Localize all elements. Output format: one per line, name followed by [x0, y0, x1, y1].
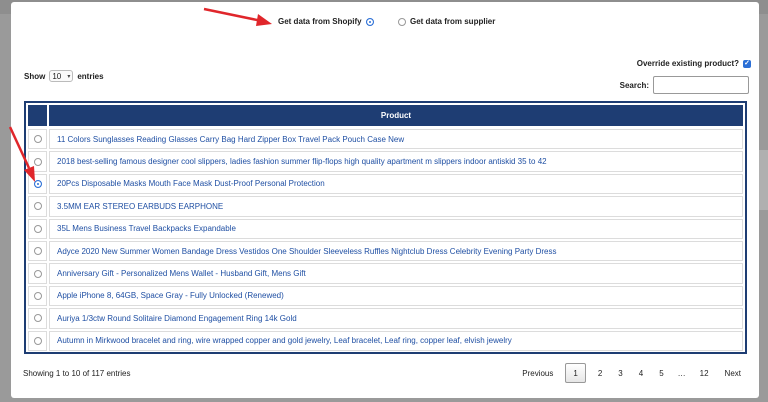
pagination-page[interactable]: 3 — [610, 363, 630, 383]
product-name-link[interactable]: 3.5MM EAR STEREO EARBUDS EARPHONE — [49, 196, 743, 217]
table-row[interactable]: 3.5MM EAR STEREO EARBUDS EARPHONE — [26, 195, 745, 217]
show-label: Show — [24, 71, 46, 81]
product-name-link[interactable]: 35L Mens Business Travel Backpacks Expan… — [49, 218, 743, 239]
row-select-cell — [28, 240, 47, 262]
data-source-selector: Get data from Shopify Get data from supp… — [11, 17, 759, 31]
radio-unchecked-icon[interactable] — [33, 202, 42, 211]
source-option-label: Get data from Shopify — [278, 17, 362, 26]
table-row[interactable]: Auriya 1/3ctw Round Solitaire Diamond En… — [26, 307, 745, 329]
radio-unchecked-icon[interactable] — [33, 336, 42, 345]
pagination-page[interactable]: 4 — [631, 363, 651, 383]
checkbox-checked-icon[interactable]: ✓ — [743, 59, 751, 68]
product-name-link[interactable]: 2018 best-selling famous designer cool s… — [49, 151, 743, 172]
table-row[interactable]: 35L Mens Business Travel Backpacks Expan… — [26, 218, 745, 240]
entries-select[interactable]: 10 ▾ — [49, 70, 74, 82]
table-row[interactable]: 20Pcs Disposable Masks Mouth Face Mask D… — [26, 173, 745, 195]
pagination-page[interactable]: 1 — [565, 363, 586, 383]
radio-unchecked-icon[interactable] — [33, 135, 42, 144]
row-select-cell — [28, 218, 47, 239]
table-row[interactable]: 11 Colors Sunglasses Reading Glasses Car… — [26, 128, 745, 150]
pagination-page[interactable]: 5 — [651, 363, 671, 383]
table-row[interactable]: Anniversary Gift - Personalized Mens Wal… — [26, 262, 745, 284]
radio-checked-icon[interactable] — [365, 17, 374, 26]
pagination-previous[interactable]: Previous — [514, 363, 561, 383]
row-select-cell — [28, 196, 47, 217]
table-row[interactable]: Apple iPhone 8, 64GB, Space Gray - Fully… — [26, 285, 745, 307]
override-existing-toggle[interactable]: Override existing product? ✓ — [637, 59, 751, 68]
pagination-next[interactable]: Next — [717, 363, 749, 383]
header-select-column — [28, 105, 47, 126]
pagination: Previous 1 2 3 4 5… 12 Next — [514, 363, 749, 383]
row-select-cell — [28, 129, 47, 150]
row-select-cell — [28, 285, 47, 307]
entries-select-value: 10 — [52, 71, 62, 81]
override-label: Override existing product? — [636, 59, 739, 68]
row-select-cell — [28, 173, 47, 195]
product-name-link[interactable]: Autumn in Mirkwood bracelet and ring, wi… — [49, 330, 743, 351]
products-table: Product 11 Colors Sunglasses Reading Gla… — [24, 101, 747, 354]
entries-length-control: Show 10 ▾ entries — [24, 70, 104, 82]
table-row[interactable]: 2018 best-selling famous designer cool s… — [26, 150, 745, 172]
entries-label: entries — [77, 71, 104, 81]
radio-unchecked-icon[interactable] — [33, 247, 42, 256]
source-option-label: Get data from supplier — [410, 17, 496, 26]
radio-unchecked-icon[interactable] — [33, 224, 42, 233]
source-option-shopify[interactable]: Get data from Shopify — [278, 17, 378, 26]
search-control: Search: — [620, 76, 749, 94]
source-option-supplier[interactable]: Get data from supplier — [394, 17, 495, 26]
row-select-cell — [28, 330, 47, 351]
header-product-column[interactable]: Product — [49, 105, 743, 126]
radio-unchecked-icon[interactable] — [398, 17, 406, 26]
product-name-link[interactable]: 20Pcs Disposable Masks Mouth Face Mask D… — [49, 173, 743, 195]
radio-unchecked-icon[interactable] — [33, 291, 42, 300]
table-header: Product — [26, 103, 745, 128]
product-name-link[interactable]: Adyce 2020 New Summer Women Bandage Dres… — [49, 240, 743, 262]
radio-unchecked-icon[interactable] — [33, 314, 42, 323]
product-name-link[interactable]: 11 Colors Sunglasses Reading Glasses Car… — [49, 129, 743, 150]
pagination-page[interactable]: 12 — [692, 363, 717, 383]
radio-unchecked-icon[interactable] — [33, 269, 42, 278]
table-info: Showing 1 to 10 of 117 entries — [23, 369, 131, 378]
search-label: Search: — [619, 80, 649, 90]
table-body: 11 Colors Sunglasses Reading Glasses Car… — [26, 128, 745, 352]
radio-checked-icon[interactable] — [33, 179, 42, 188]
search-input[interactable] — [653, 76, 749, 94]
pagination-ellipsis: … — [677, 368, 686, 378]
product-name-link[interactable]: Apple iPhone 8, 64GB, Space Gray - Fully… — [49, 285, 743, 307]
row-select-cell — [28, 308, 47, 329]
row-select-cell — [28, 151, 47, 172]
table-row[interactable]: Autumn in Mirkwood bracelet and ring, wi… — [26, 330, 745, 352]
import-product-modal: Get data from Shopify Get data from supp… — [11, 2, 759, 398]
pagination-pages: 1 2 3 4 5… 12 — [561, 363, 716, 383]
chevron-down-icon: ▾ — [67, 73, 71, 80]
pagination-page[interactable]: 2 — [590, 363, 610, 383]
table-row[interactable]: Adyce 2020 New Summer Women Bandage Dres… — [26, 240, 745, 262]
product-name-link[interactable]: Auriya 1/3ctw Round Solitaire Diamond En… — [49, 308, 743, 329]
radio-unchecked-icon[interactable] — [33, 157, 42, 166]
row-select-cell — [28, 263, 47, 284]
product-name-link[interactable]: Anniversary Gift - Personalized Mens Wal… — [49, 263, 743, 284]
